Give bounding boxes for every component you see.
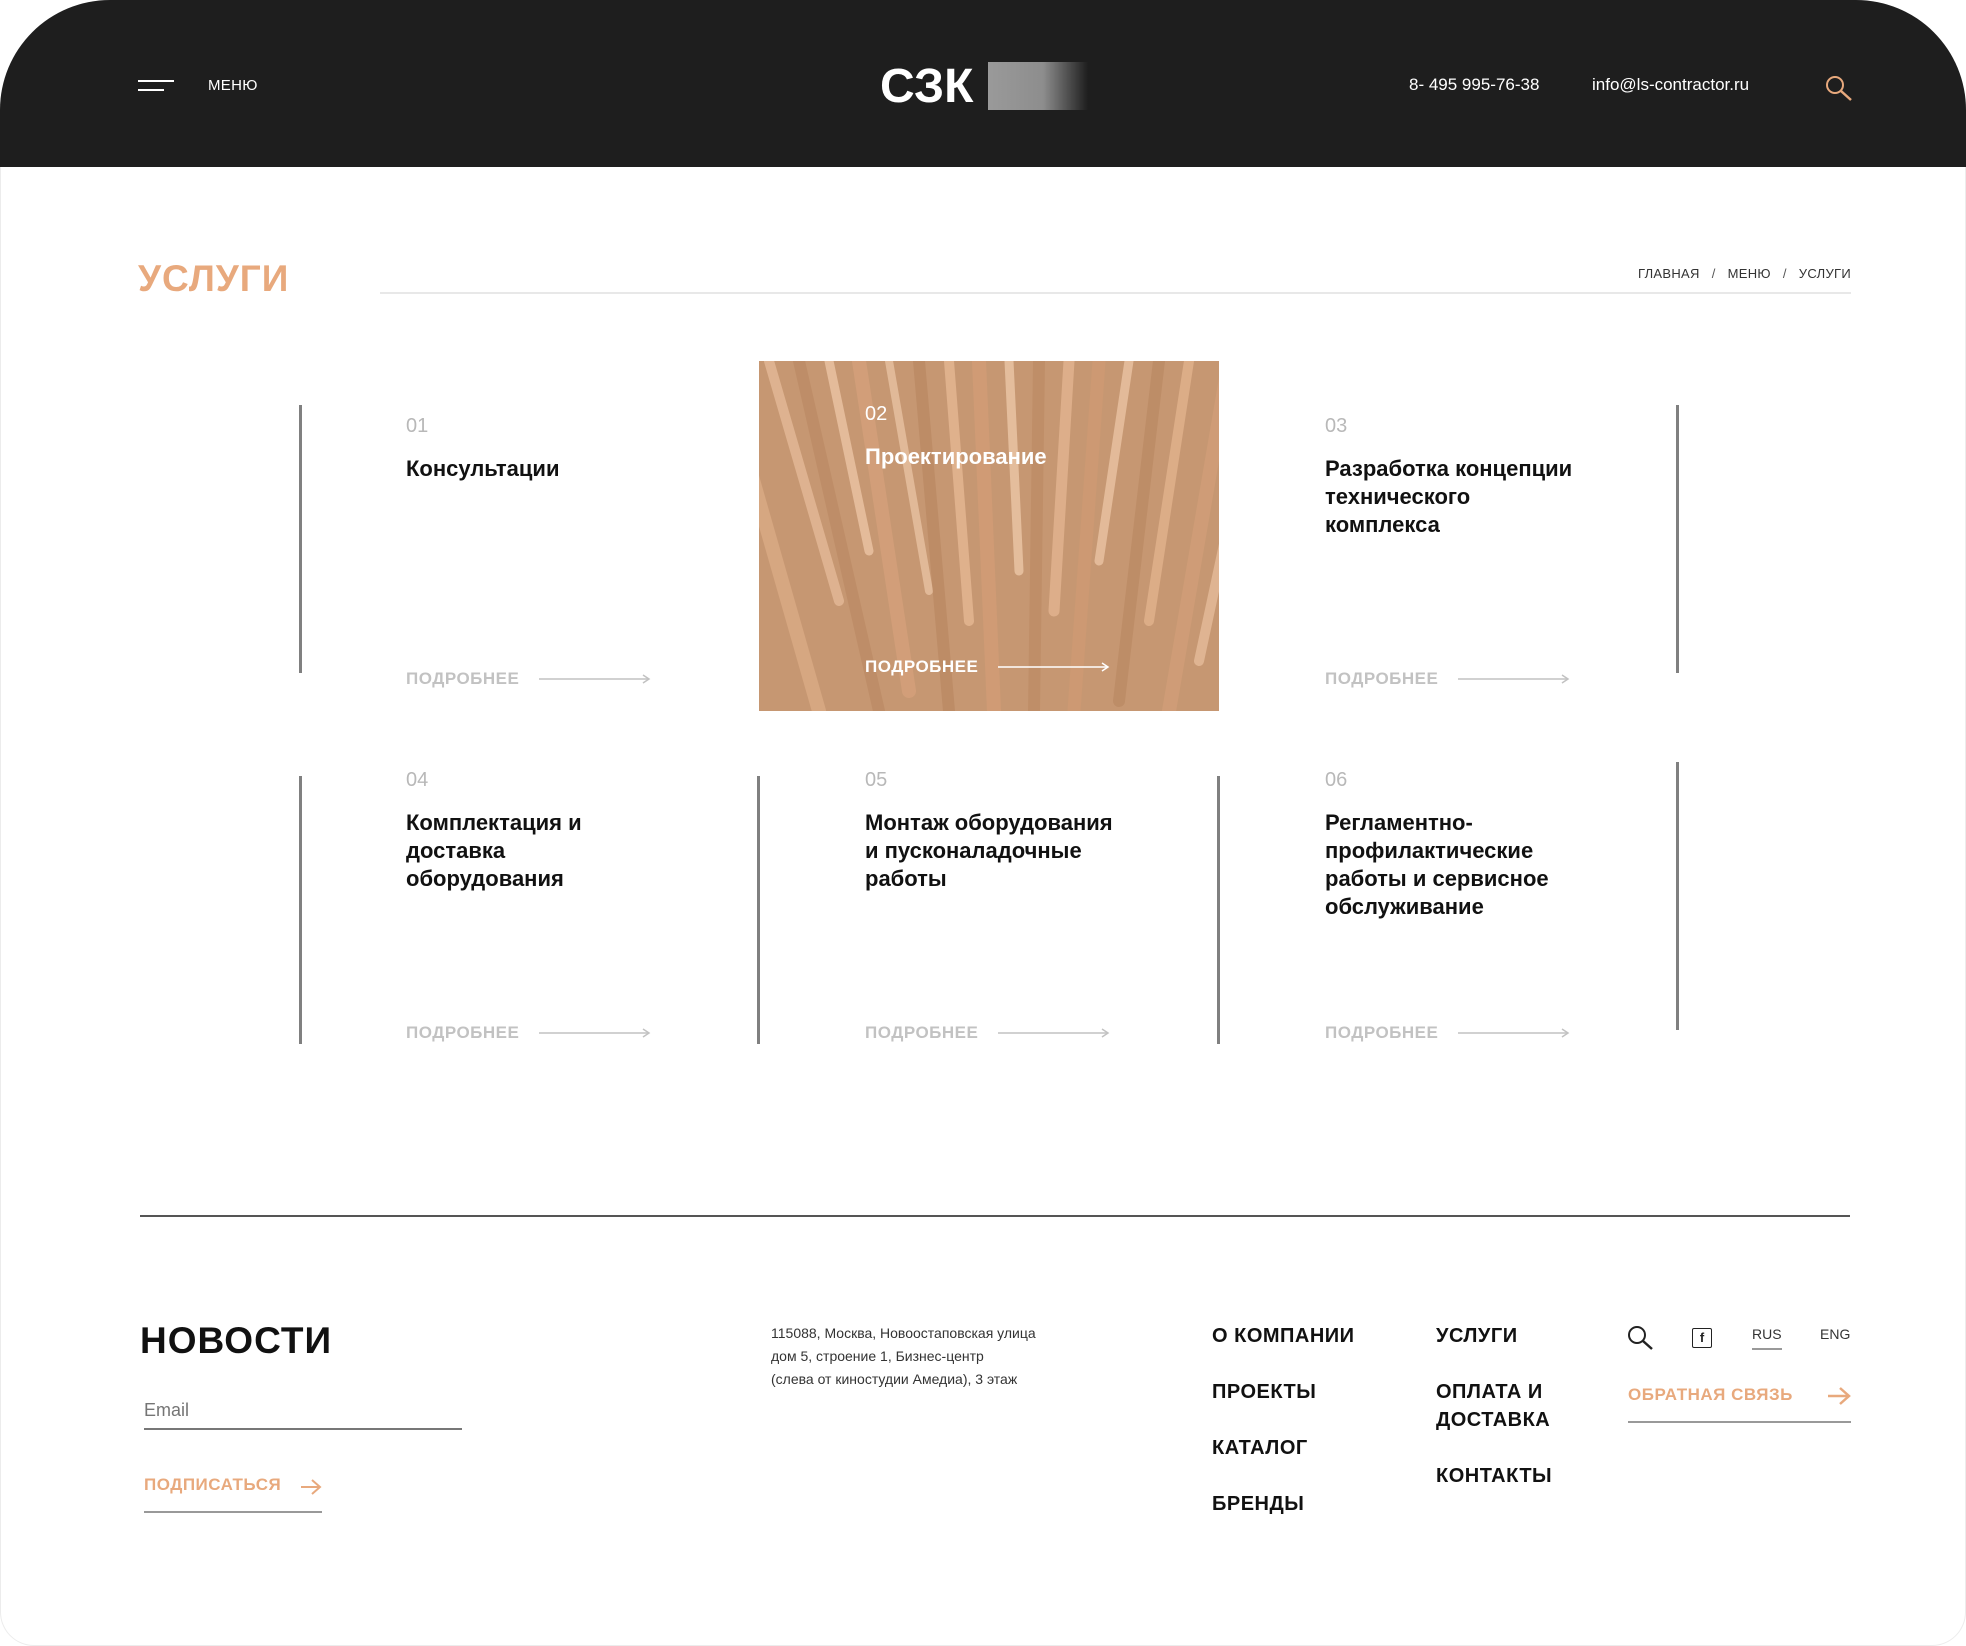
breadcrumb-home[interactable]: ГЛАВНАЯ xyxy=(1638,266,1700,281)
feedback-label: ОБРАТНАЯ СВЯЗЬ xyxy=(1628,1385,1793,1404)
header: МЕНЮ СЗК 8- 495 995-76-38 info@ls-contra… xyxy=(0,0,1966,167)
menu-button[interactable]: МЕНЮ xyxy=(208,77,258,94)
page-frame: МЕНЮ СЗК 8- 495 995-76-38 info@ls-contra… xyxy=(0,0,1966,1646)
breadcrumb-separator: / xyxy=(1711,266,1716,281)
service-title: Консультации xyxy=(406,456,560,481)
footer-nav-contacts[interactable]: КОНТАКТЫ xyxy=(1436,1462,1552,1490)
footer-nav-brands[interactable]: БРЕНДЫ xyxy=(1212,1490,1304,1518)
service-number: 06 xyxy=(1325,769,1348,791)
footer-divider xyxy=(140,1215,1850,1217)
service-number: 01 xyxy=(406,415,429,437)
service-card-design[interactable]: 02 Проектирование ПОДРОБНЕЕ xyxy=(759,361,1219,711)
news-title: НОВОСТИ xyxy=(140,1320,333,1361)
footer-nav-payment[interactable]: ОПЛАТА И ДОСТАВКА xyxy=(1436,1378,1576,1434)
logo-text: СЗК xyxy=(880,60,974,113)
more-link[interactable]: ПОДРОБНЕЕ xyxy=(1325,669,1570,689)
more-link[interactable]: ПОДРОБНЕЕ xyxy=(406,669,651,689)
arrow-right-icon xyxy=(998,1028,1110,1038)
service-card-installation[interactable]: 05 Монтаж оборудования и пусконаладочные… xyxy=(759,727,1219,1077)
service-title: Разработка концепции технического компле… xyxy=(1325,456,1573,537)
service-card-concept[interactable]: 03 Разработка концепции технического ком… xyxy=(1219,373,1679,723)
service-title: Регламентно-профилактические работы и се… xyxy=(1325,810,1549,919)
facebook-icon[interactable]: f xyxy=(1692,1328,1712,1348)
service-number: 05 xyxy=(865,769,888,791)
subscribe-button[interactable]: ПОДПИСАТЬСЯ xyxy=(144,1475,322,1513)
service-card-consultations[interactable]: 01 Консультации ПОДРОБНЕЕ xyxy=(300,373,760,723)
address-line: (слева от киностудии Амедиа), 3 этаж xyxy=(771,1371,1018,1387)
arrow-right-icon xyxy=(1828,1387,1851,1405)
arrow-right-icon xyxy=(998,662,1110,672)
email-input[interactable] xyxy=(144,1392,462,1430)
address: 115088, Москва, Новоостаповская улица до… xyxy=(771,1322,1091,1391)
search-icon[interactable] xyxy=(1626,1324,1654,1352)
more-label: ПОДРОБНЕЕ xyxy=(865,657,979,676)
divider xyxy=(380,292,1851,294)
more-label: ПОДРОБНЕЕ xyxy=(1325,1023,1439,1042)
more-link[interactable]: ПОДРОБНЕЕ xyxy=(865,657,1110,677)
email-link[interactable]: info@ls-contractor.ru xyxy=(1592,75,1749,95)
footer-nav-catalog[interactable]: КАТАЛОГ xyxy=(1212,1434,1308,1462)
arrow-right-icon xyxy=(301,1479,322,1495)
arrow-right-icon xyxy=(1458,674,1570,684)
service-number: 02 xyxy=(865,403,888,425)
logo[interactable]: СЗК xyxy=(878,58,1088,114)
breadcrumb-menu[interactable]: МЕНЮ xyxy=(1728,266,1771,281)
more-link[interactable]: ПОДРОБНЕЕ xyxy=(865,1023,1110,1043)
search-icon[interactable] xyxy=(1824,74,1854,104)
footer-nav-services[interactable]: УСЛУГИ xyxy=(1436,1322,1518,1350)
breadcrumb-separator: / xyxy=(1782,266,1787,281)
arrow-right-icon xyxy=(539,674,651,684)
more-label: ПОДРОБНЕЕ xyxy=(1325,669,1439,688)
breadcrumb-current: УСЛУГИ xyxy=(1798,266,1851,281)
more-label: ПОДРОБНЕЕ xyxy=(406,1023,520,1042)
lang-rus[interactable]: RUS xyxy=(1752,1326,1782,1350)
service-card-supply[interactable]: 04 Комплектация и доставка оборудования … xyxy=(300,727,760,1077)
service-title: Проектирование xyxy=(865,444,1047,469)
more-link[interactable]: ПОДРОБНЕЕ xyxy=(1325,1023,1570,1043)
phone-link[interactable]: 8- 495 995-76-38 xyxy=(1409,75,1539,95)
service-card-maintenance[interactable]: 06 Регламентно-профилактические работы и… xyxy=(1219,727,1679,1077)
footer-nav-about[interactable]: О КОМПАНИИ xyxy=(1212,1322,1355,1350)
page-title: УСЛУГИ xyxy=(138,258,290,299)
address-line: 115088, Москва, Новоостаповская улица xyxy=(771,1325,1036,1341)
feedback-button[interactable]: ОБРАТНАЯ СВЯЗЬ xyxy=(1628,1385,1851,1423)
breadcrumb: ГЛАВНАЯ / МЕНЮ / УСЛУГИ xyxy=(1638,266,1851,281)
arrow-right-icon xyxy=(1458,1028,1570,1038)
divider xyxy=(1676,762,1679,1030)
address-line: дом 5, строение 1, Бизнес-центр xyxy=(771,1348,984,1364)
service-title: Комплектация и доставка оборудования xyxy=(406,810,582,891)
lang-eng[interactable]: ENG xyxy=(1820,1326,1850,1342)
more-label: ПОДРОБНЕЕ xyxy=(865,1023,979,1042)
service-number: 03 xyxy=(1325,415,1348,437)
divider xyxy=(1676,405,1679,673)
subscribe-label: ПОДПИСАТЬСЯ xyxy=(144,1475,282,1494)
service-number: 04 xyxy=(406,769,429,791)
footer-nav-projects[interactable]: ПРОЕКТЫ xyxy=(1212,1378,1316,1406)
facebook-glyph: f xyxy=(1699,1330,1705,1345)
service-title: Монтаж оборудования и пусконаладочные ра… xyxy=(865,810,1113,891)
more-link[interactable]: ПОДРОБНЕЕ xyxy=(406,1023,651,1043)
menu-icon[interactable] xyxy=(138,77,174,93)
arrow-right-icon xyxy=(539,1028,651,1038)
more-label: ПОДРОБНЕЕ xyxy=(406,669,520,688)
